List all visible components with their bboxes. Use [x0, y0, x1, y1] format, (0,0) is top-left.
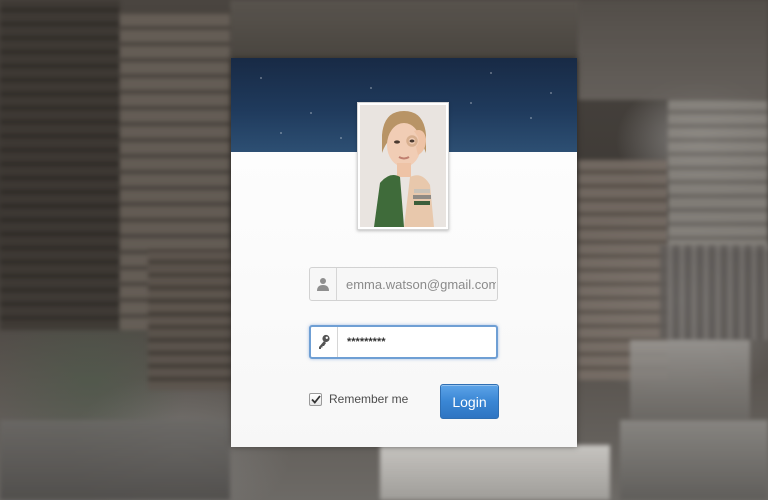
email-field[interactable]: [309, 267, 498, 301]
password-input[interactable]: [338, 327, 497, 357]
background-building: [230, 0, 580, 60]
background-building: [380, 445, 610, 500]
background-building: [620, 420, 768, 500]
avatar-photo: [360, 105, 446, 227]
avatar: [357, 102, 449, 230]
background-building: [0, 420, 230, 500]
background-building: [630, 340, 750, 420]
user-icon: [310, 268, 337, 300]
password-field[interactable]: [309, 325, 498, 359]
background-building: [148, 250, 232, 390]
checkmark-icon: [310, 394, 321, 404]
remember-me-label: Remember me: [329, 392, 409, 406]
key-icon: [311, 327, 338, 357]
remember-me[interactable]: Remember me: [309, 392, 408, 406]
login-card: Remember me Login: [231, 58, 577, 447]
login-button[interactable]: Login: [440, 384, 499, 419]
background-building: [668, 100, 768, 250]
background-parking-lot: [660, 245, 768, 340]
background-building: [578, 0, 768, 100]
background-building: [0, 0, 120, 330]
email-input[interactable]: [337, 268, 496, 300]
remember-me-checkbox[interactable]: [309, 392, 322, 406]
